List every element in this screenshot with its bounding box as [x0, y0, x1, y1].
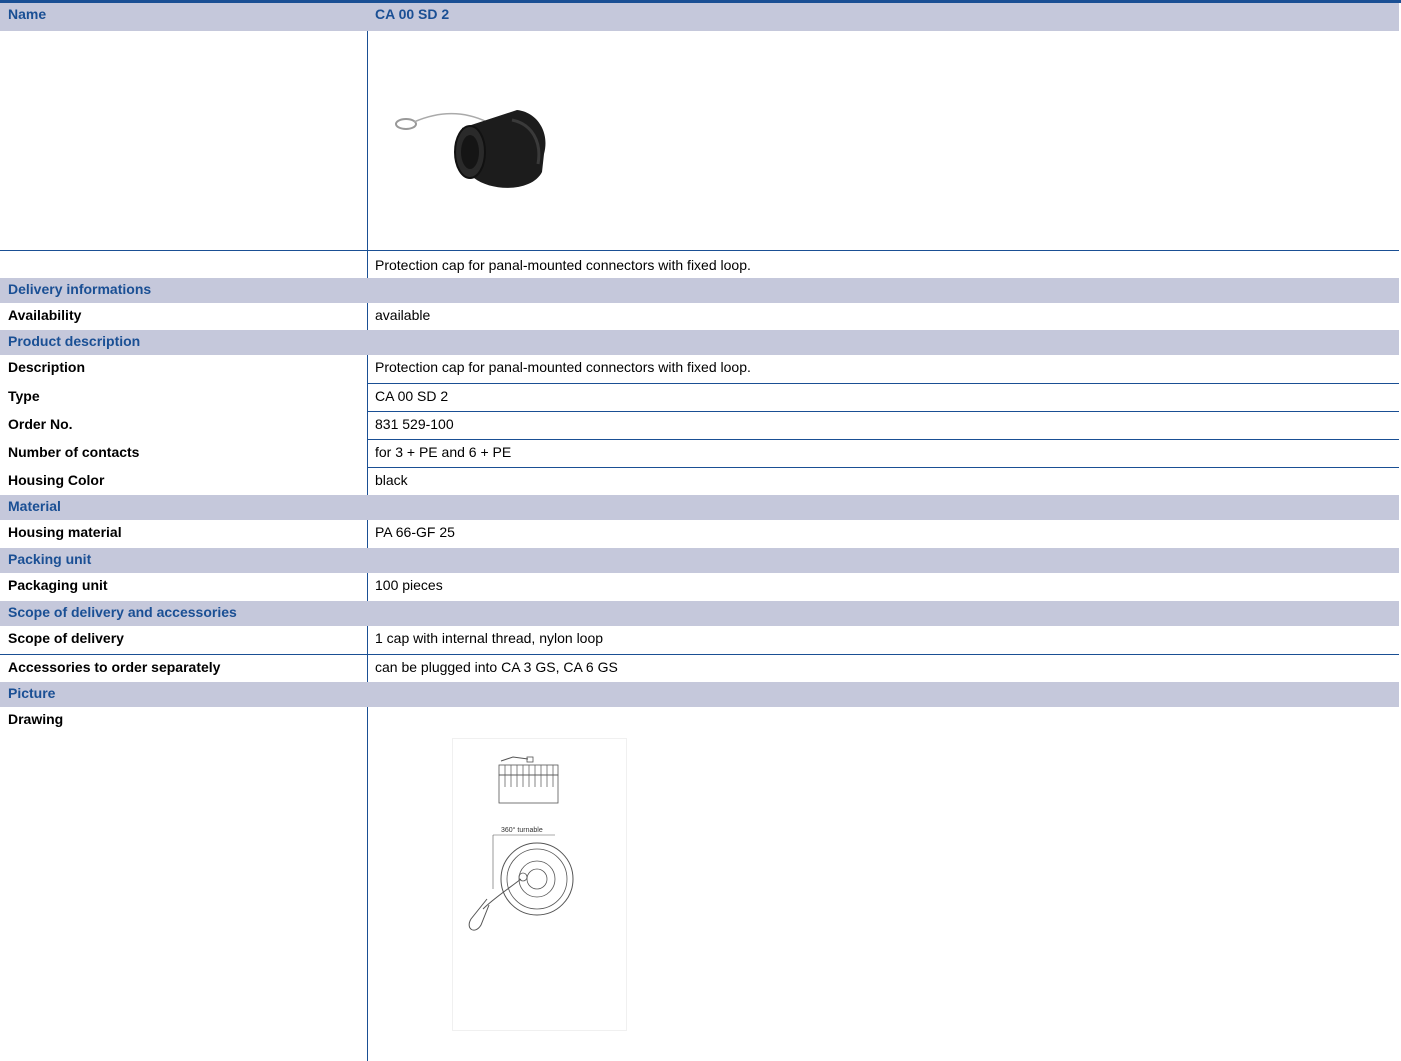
availability-value: available	[375, 307, 431, 323]
section-title: Material	[8, 498, 61, 514]
housing-value: PA 66-GF 25	[375, 524, 455, 540]
table-row: Availability available	[0, 303, 1399, 330]
description-label: Description	[8, 359, 86, 375]
technical-drawing: 360° turnable	[452, 738, 627, 1031]
section-title: Product description	[8, 333, 141, 349]
section-header-picture: Picture	[0, 682, 1399, 707]
section-header-scope: Scope of delivery and accessories	[0, 601, 1399, 626]
packaging-unit-label: Packaging unit	[8, 577, 108, 593]
table-row: Scope of delivery 1 cap with internal th…	[0, 626, 1399, 654]
drawing-row: Drawing	[0, 707, 1399, 1061]
column-divider	[367, 626, 368, 682]
column-divider	[367, 707, 368, 1061]
section-title: Packing unit	[8, 551, 92, 567]
protection-cap-photo-icon	[395, 110, 546, 188]
accessories-value: can be plugged into CA 3 GS, CA 6 GS	[375, 659, 618, 675]
order-label: Order No.	[8, 416, 73, 432]
column-divider	[367, 31, 368, 250]
name-header-row: Name CA 00 SD 2	[0, 3, 1399, 31]
section-header-product: Product description	[0, 330, 1399, 355]
table-row: Packaging unit 100 pieces	[0, 573, 1399, 601]
section-title: Picture	[8, 685, 56, 701]
column-divider	[367, 520, 368, 548]
column-divider	[367, 251, 368, 278]
availability-label: Availability	[8, 307, 82, 323]
name-label: Name	[8, 6, 47, 22]
table-row: Number of contacts for 3 + PE and 6 + PE	[0, 440, 1399, 467]
contacts-label: Number of contacts	[8, 444, 140, 460]
section-title: Scope of delivery and accessories	[8, 604, 237, 620]
description-value: Protection cap for panal-mounted connect…	[375, 359, 751, 375]
column-divider	[367, 303, 368, 330]
table-row: Housing Color black	[0, 468, 1399, 495]
scope-label: Scope of delivery	[8, 630, 124, 646]
column-divider	[367, 355, 368, 495]
housing-label: Housing material	[8, 524, 122, 540]
table-row: Type CA 00 SD 2	[0, 384, 1399, 411]
column-divider	[367, 573, 368, 601]
type-label: Type	[8, 388, 40, 404]
type-value: CA 00 SD 2	[375, 388, 449, 404]
table-row: Housing material PA 66-GF 25	[0, 520, 1399, 548]
color-value: black	[375, 472, 408, 488]
section-title: Delivery informations	[8, 281, 152, 297]
scope-value: 1 cap with internal thread, nylon loop	[375, 630, 604, 646]
section-header-delivery: Delivery informations	[0, 278, 1399, 303]
intro-row: Protection cap for panal-mounted connect…	[0, 251, 1399, 278]
packaging-unit-value: 100 pieces	[375, 577, 443, 593]
intro-description: Protection cap for panal-mounted connect…	[375, 257, 751, 273]
table-row: Accessories to order separately can be p…	[0, 655, 1399, 682]
section-header-packing: Packing unit	[0, 548, 1399, 573]
protection-cap-drawing-icon: 360° turnable	[468, 756, 574, 931]
accessories-label: Accessories to order separately	[8, 659, 221, 675]
name-value: CA 00 SD 2	[375, 6, 450, 22]
drawing-label: Drawing	[8, 711, 64, 727]
color-label: Housing Color	[8, 472, 105, 488]
table-row: Description Protection cap for panal-mou…	[0, 355, 1399, 383]
drawing-annotation: 360° turnable	[501, 826, 543, 834]
contacts-value: for 3 + PE and 6 + PE	[375, 444, 512, 460]
section-header-material: Material	[0, 495, 1399, 520]
order-value: 831 529-100	[375, 416, 454, 432]
table-row: Order No. 831 529-100	[0, 412, 1399, 439]
